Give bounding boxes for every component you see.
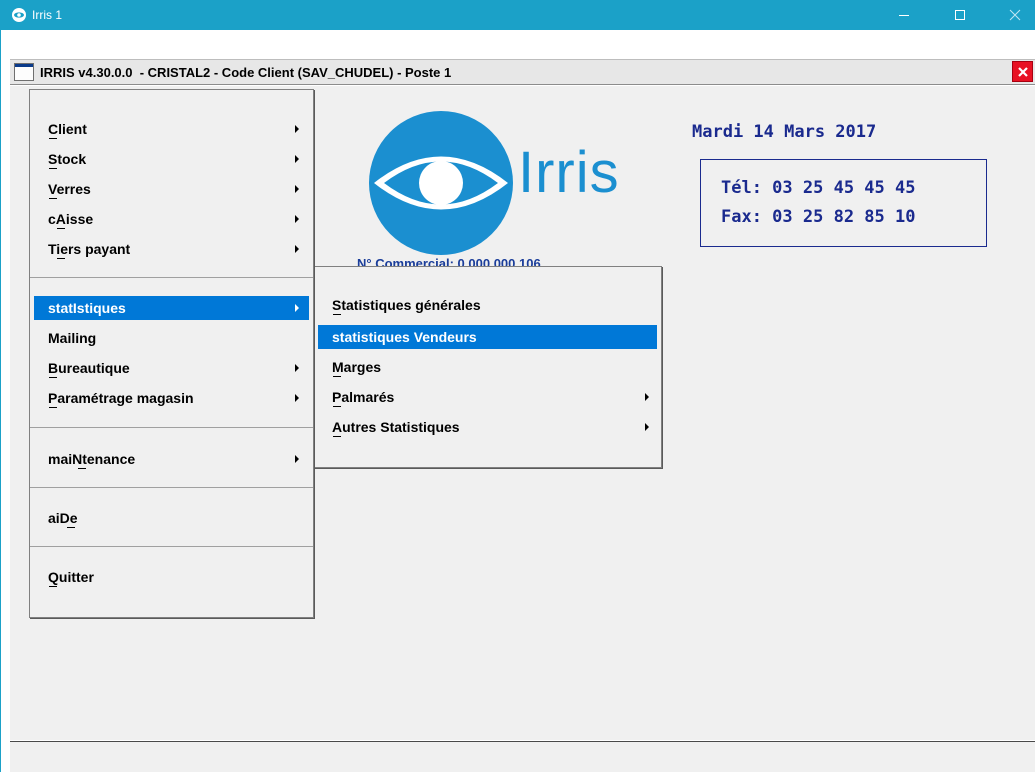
- mnemonic-underline: [333, 376, 341, 377]
- menu-item-autres-statistiques[interactable]: Autres Statistiques: [318, 415, 657, 439]
- chevron-right-icon: [295, 394, 299, 402]
- mnemonic-underline: [49, 138, 57, 139]
- phone-number: Tél: 03 25 45 45 45: [721, 178, 916, 198]
- mdi-title-bar[interactable]: IRRIS v4.30.0.0 - CRISTAL2 - Code Client…: [10, 59, 1035, 85]
- maximize-button[interactable]: [937, 0, 983, 30]
- menu-separator: [30, 277, 313, 278]
- menu-item-verres[interactable]: Verres: [34, 177, 309, 201]
- os-title-bar[interactable]: Irris 1: [0, 0, 1035, 30]
- minimize-button[interactable]: [881, 0, 927, 30]
- mnemonic-underline: [57, 258, 65, 259]
- mnemonic-underline: [333, 314, 341, 315]
- menu-item-label: Palmarés: [332, 389, 395, 405]
- fax-number: Fax: 03 25 82 85 10: [721, 207, 916, 227]
- maximize-icon: [955, 10, 965, 20]
- os-window-title: Irris 1: [32, 8, 62, 22]
- minimize-icon: [899, 15, 909, 16]
- menu-item-label: Stock: [48, 151, 87, 167]
- mnemonic-underline: [49, 586, 57, 587]
- chevron-right-icon: [295, 155, 299, 163]
- menu-item-statistiques[interactable]: statIstiques: [34, 296, 309, 320]
- menu-item-statistiques-vendeurs[interactable]: statistiques Vendeurs: [318, 325, 657, 349]
- mnemonic-underline: [78, 468, 86, 469]
- menu-item-label: cAisse: [48, 211, 94, 227]
- mnemonic-underline: [67, 527, 75, 528]
- menu-item-label: Marges: [332, 359, 382, 375]
- os-close-button[interactable]: [992, 0, 1035, 30]
- menu-item-stock[interactable]: Stock: [34, 147, 309, 171]
- menu-separator: [30, 427, 313, 428]
- mnemonic-underline: [333, 436, 341, 437]
- mdi-window-icon: [14, 63, 34, 81]
- menu-item-parametrage-magasin[interactable]: Paramétrage magasin: [34, 386, 309, 410]
- menu-item-statistiques-generales[interactable]: Statistiques générales: [318, 293, 657, 317]
- menu-item-label: aiDe: [48, 510, 78, 526]
- chevron-right-icon: [295, 215, 299, 223]
- logo-wordmark: Irris: [518, 140, 620, 205]
- menu-item-mailing[interactable]: Mailing: [34, 326, 309, 350]
- menu-item-caisse[interactable]: cAisse: [34, 207, 309, 231]
- menu-item-label: Autres Statistiques: [332, 419, 460, 435]
- chevron-right-icon: [645, 393, 649, 401]
- menu-item-label: statistiques Vendeurs: [332, 329, 477, 345]
- menu-item-label: Client: [48, 121, 87, 137]
- chevron-right-icon: [295, 455, 299, 463]
- status-bar: [10, 741, 1035, 772]
- mdi-close-button[interactable]: [1012, 61, 1033, 82]
- mnemonic-underline: [49, 168, 57, 169]
- menu-item-bureautique[interactable]: Bureautique: [34, 356, 309, 380]
- mnemonic-underline: [49, 377, 57, 378]
- statistics-submenu: Statistiques générales statistiques Vend…: [313, 266, 662, 468]
- menu-item-client[interactable]: Client: [34, 117, 309, 141]
- mnemonic-underline: [57, 228, 65, 229]
- mnemonic-underline: [49, 407, 57, 408]
- mnemonic-underline: [49, 198, 57, 199]
- chevron-right-icon: [295, 364, 299, 372]
- close-icon: [1017, 66, 1028, 77]
- chevron-right-icon: [295, 304, 299, 312]
- mdi-window-title: IRRIS v4.30.0.0 - CRISTAL2 - Code Client…: [40, 65, 452, 80]
- menu-item-aide[interactable]: aiDe: [34, 506, 309, 530]
- chevron-right-icon: [295, 185, 299, 193]
- chevron-right-icon: [295, 245, 299, 253]
- menu-separator: [30, 546, 313, 547]
- main-menu: Client Stock Verres cAisse Tiers payant …: [29, 89, 314, 618]
- current-date: Mardi 14 Mars 2017: [692, 122, 877, 142]
- close-icon: [1009, 9, 1021, 21]
- menu-item-label: Mailing: [48, 330, 97, 346]
- menu-item-label: statIstiques: [48, 300, 126, 316]
- irris-eye-logo: [369, 111, 513, 255]
- window-frame: [0, 30, 1, 772]
- menu-separator: [30, 487, 313, 488]
- irris-app-icon: [12, 8, 26, 22]
- menu-item-label: maiNtenance: [48, 451, 136, 467]
- menu-item-marges[interactable]: Marges: [318, 355, 657, 379]
- chevron-right-icon: [645, 423, 649, 431]
- contact-box: Tél: 03 25 45 45 45 Fax: 03 25 82 85 10: [700, 159, 987, 247]
- license-number: N° Commercial: 0 000 000 106: [357, 257, 541, 266]
- menu-item-label: Bureautique: [48, 360, 130, 376]
- menu-item-label: Tiers payant: [48, 241, 131, 257]
- mnemonic-underline: [333, 406, 341, 407]
- chevron-right-icon: [295, 125, 299, 133]
- menu-item-label: Statistiques générales: [332, 297, 481, 313]
- menu-item-palmares[interactable]: Palmarés: [318, 385, 657, 409]
- menu-item-quitter[interactable]: Quitter: [34, 565, 309, 589]
- menu-item-maintenance[interactable]: maiNtenance: [34, 447, 309, 471]
- menu-item-label: Quitter: [48, 569, 94, 585]
- menu-item-label: Verres: [48, 181, 91, 197]
- menu-item-tiers-payant[interactable]: Tiers payant: [34, 237, 309, 261]
- menu-item-label: Paramétrage magasin: [48, 390, 194, 406]
